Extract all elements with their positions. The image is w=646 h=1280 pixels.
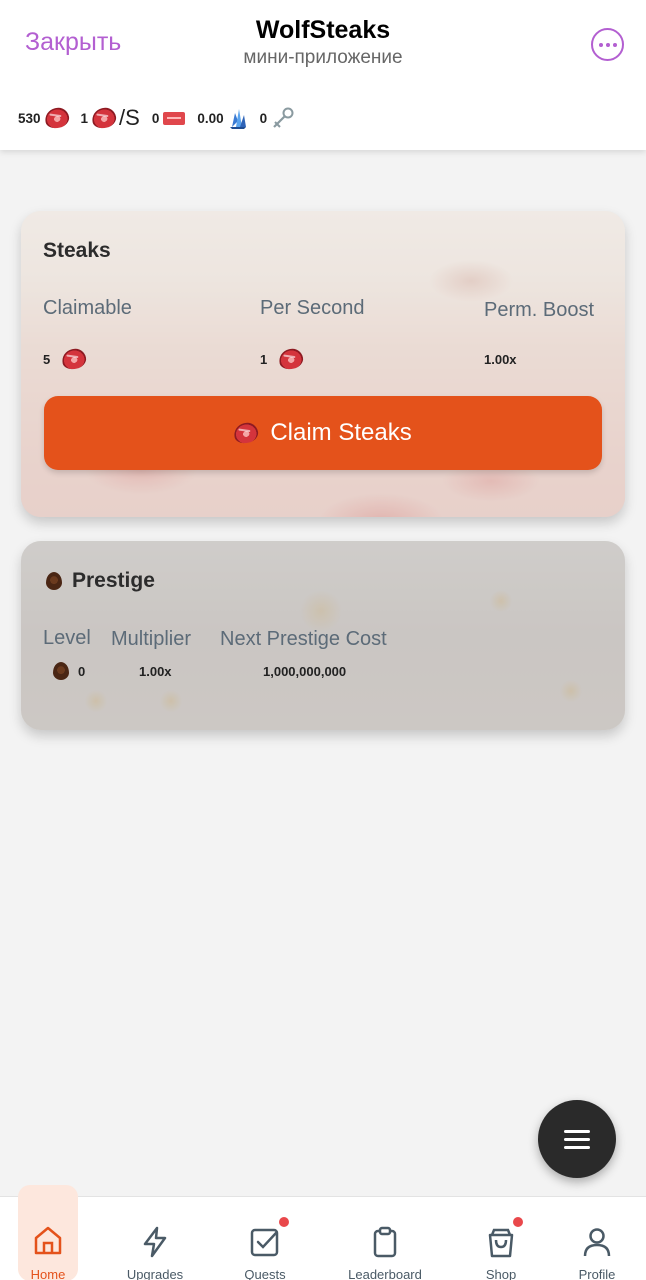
nav-quests[interactable]: Quests	[225, 1197, 305, 1280]
steak-rate: 1 /S	[81, 105, 140, 131]
claimable-value: 5	[43, 351, 51, 367]
menu-button[interactable]	[538, 1100, 616, 1178]
nav-profile[interactable]: Profile	[567, 1197, 627, 1280]
claim-steaks-label: Claim Steaks	[270, 419, 412, 446]
nav-leaderboard-label: Leaderboard	[348, 1267, 422, 1280]
steak-icon	[60, 346, 89, 372]
menu-line-icon	[564, 1129, 590, 1133]
level-label: Level	[43, 627, 91, 649]
steak-icon	[277, 346, 306, 372]
prestige-icon	[46, 572, 62, 590]
checkbox-icon	[250, 1228, 279, 1257]
ticket-icon	[163, 111, 186, 125]
crystal-balance-value: 0.00	[197, 110, 224, 126]
steak-icon	[90, 105, 118, 131]
more-dot-icon	[605, 42, 610, 47]
nav-leaderboard[interactable]: Leaderboard	[340, 1197, 430, 1280]
next-cost-value: 1,000,000,000	[263, 664, 347, 679]
ticket-balance-value: 0	[151, 110, 160, 126]
menu-line-icon	[564, 1137, 590, 1141]
steak-rate-value: 1	[80, 110, 89, 126]
app-subtitle: мини-приложение	[243, 47, 403, 68]
claimable-value-row: 5	[43, 346, 89, 372]
bottom-nav: Home Upgrades Quests Leaderboard Shop Pr…	[0, 1185, 646, 1280]
nav-shop[interactable]: Shop	[466, 1197, 536, 1280]
user-icon	[583, 1228, 611, 1257]
lightning-icon	[143, 1226, 167, 1258]
claim-steaks-button[interactable]: Claim Steaks	[44, 396, 602, 470]
per-second-label: Per Second	[260, 297, 365, 319]
nav-shop-label: Shop	[485, 1267, 517, 1280]
prestige-title: Prestige	[72, 569, 155, 592]
key-icon	[273, 107, 294, 128]
menu-line-icon	[564, 1145, 590, 1149]
crystal-balance: 0.00	[197, 107, 247, 129]
more-dot-icon	[598, 42, 603, 47]
next-cost-label: Next Prestige Cost	[220, 628, 387, 650]
nav-quests-label: Quests	[244, 1267, 286, 1280]
prestige-title-row: Prestige	[46, 569, 155, 593]
nav-upgrades[interactable]: Upgrades	[115, 1197, 195, 1280]
shop-notification-dot	[513, 1217, 523, 1227]
key-balance-value: 0	[259, 110, 268, 126]
ticket-balance: 0	[152, 111, 186, 126]
level-value-row: 0	[53, 662, 85, 680]
nav-profile-label: Profile	[578, 1267, 616, 1280]
per-second-value: 1	[260, 351, 268, 367]
steak-icon	[42, 105, 71, 131]
per-second-value-row: 1	[260, 346, 306, 372]
nav-upgrades-label: Upgrades	[126, 1267, 184, 1280]
claimable-label: Claimable	[43, 297, 132, 319]
rate-suffix: /S	[119, 105, 140, 130]
more-dot-icon	[612, 42, 617, 47]
nav-home-label: Home	[30, 1267, 66, 1280]
prestige-card: Prestige Level 0 Multiplier 1.00x Next P…	[21, 541, 625, 730]
crystal-icon	[229, 109, 246, 129]
app-header: Закрыть WolfSteaks мини-приложение 530 1…	[0, 0, 646, 150]
nav-home[interactable]: Home	[18, 1185, 78, 1280]
home-icon	[34, 1226, 62, 1255]
resource-bar: 530 1 /S 0 0.00 0	[18, 104, 307, 132]
steak-balance-value: 530	[18, 110, 41, 126]
more-options-button[interactable]	[591, 28, 624, 61]
clipboard-icon	[373, 1226, 397, 1258]
steak-balance: 530	[18, 105, 71, 131]
shopping-bag-icon	[488, 1228, 514, 1258]
app-title: WolfSteaks	[255, 16, 391, 44]
key-balance: 0	[260, 107, 296, 129]
perm-boost-value: 1.00x	[484, 352, 517, 367]
steak-icon	[232, 420, 261, 446]
perm-boost-label: Perm. Boost	[484, 299, 595, 321]
steaks-card-title: Steaks	[43, 239, 111, 262]
quests-notification-dot	[279, 1217, 289, 1227]
multiplier-value: 1.00x	[139, 664, 172, 679]
level-value: 0	[78, 663, 86, 679]
prestige-icon	[53, 662, 69, 680]
multiplier-label: Multiplier	[111, 628, 192, 650]
steaks-card: Steaks Claimable 5 Per Second 1 Perm. Bo…	[21, 211, 625, 517]
